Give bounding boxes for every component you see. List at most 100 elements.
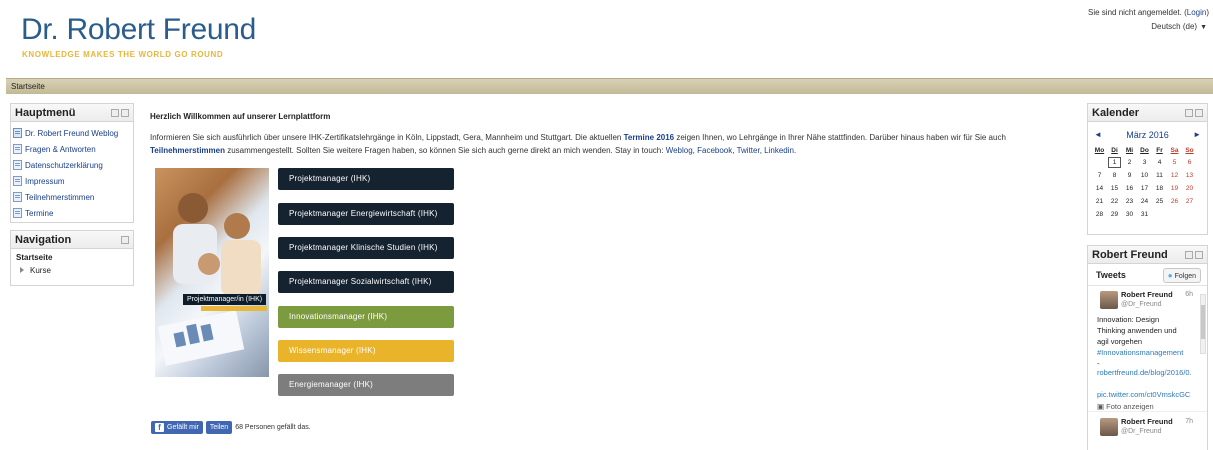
calendar-month[interactable]: März 2016 xyxy=(1088,130,1207,140)
link-weblog[interactable]: Weblog xyxy=(666,146,693,155)
link-linkedin[interactable]: Linkedin xyxy=(764,146,794,155)
tweet-author-name[interactable]: Robert Freund xyxy=(1121,290,1173,299)
tweet-item[interactable]: Robert Freund 7h @Dr_Freund xyxy=(1088,411,1207,441)
calendar-empty-cell xyxy=(1167,208,1182,221)
calendar-day[interactable]: 14 xyxy=(1092,182,1107,195)
hero-photo: Projektmanager/in (IHK) xyxy=(155,168,269,377)
calendar-day[interactable]: 20 xyxy=(1182,182,1197,195)
calendar-day[interactable]: 12 xyxy=(1167,169,1182,182)
calendar-day[interactable]: 21 xyxy=(1092,195,1107,208)
calendar-day[interactable]: 6 xyxy=(1182,156,1197,169)
calendar-day[interactable]: 2 xyxy=(1122,156,1137,169)
main-menu-label[interactable]: Impressum xyxy=(25,177,65,186)
image-icon: ▣ xyxy=(1097,402,1107,411)
tweet-time[interactable]: 7h xyxy=(1185,418,1193,425)
calendar-day[interactable]: 16 xyxy=(1122,182,1137,195)
main-menu-item-faq[interactable]: Fragen & Antworten xyxy=(13,142,131,158)
main-menu-label[interactable]: Termine xyxy=(25,209,53,218)
tweet-item[interactable]: Robert Freund 6h @Dr_Freund Innovation: … xyxy=(1088,286,1207,411)
page-icon xyxy=(13,192,22,202)
twitter-scrollbar[interactable] xyxy=(1200,294,1206,354)
calendar-day[interactable]: 4 xyxy=(1152,156,1167,169)
tweet-hashtag[interactable]: #Innovationsmanagement xyxy=(1097,348,1183,357)
link-termine[interactable]: Termine 2016 xyxy=(624,133,675,142)
tweet-pic-link[interactable]: pic.twitter.com/ct0VmskcGC xyxy=(1097,390,1191,399)
calendar-day[interactable]: 10 xyxy=(1137,169,1152,182)
calendar-day[interactable]: 31 xyxy=(1137,208,1152,221)
link-facebook[interactable]: Facebook xyxy=(697,146,732,155)
calendar-day[interactable]: 18 xyxy=(1152,182,1167,195)
link-twitter[interactable]: Twitter xyxy=(737,146,760,155)
tweet-author-name[interactable]: Robert Freund xyxy=(1121,417,1173,426)
tweet-dash: - xyxy=(1097,359,1100,368)
calendar-day[interactable]: 29 xyxy=(1107,208,1122,221)
calendar-day[interactable]: 24 xyxy=(1137,195,1152,208)
main-menu-item-testimonials[interactable]: Teilnehmerstimmen xyxy=(13,190,131,206)
link-teilnehmerstimmen[interactable]: Teilnehmerstimmen xyxy=(150,146,225,155)
main-menu-label[interactable]: Fragen & Antworten xyxy=(25,145,96,154)
tweet-time[interactable]: 6h xyxy=(1185,291,1193,298)
calendar-day[interactable]: 17 xyxy=(1137,182,1152,195)
avatar[interactable] xyxy=(1100,418,1118,436)
calendar-day[interactable]: 22 xyxy=(1107,195,1122,208)
site-logo-title[interactable]: Dr. Robert Freund xyxy=(21,13,256,47)
calendar-day[interactable]: 23 xyxy=(1122,195,1137,208)
main-menu-label[interactable]: Datenschutzerklärung xyxy=(25,161,103,170)
main-menu-item-dates[interactable]: Termine xyxy=(13,206,131,222)
tweet-author-handle[interactable]: @Dr_Freund xyxy=(1121,301,1162,308)
expand-arrow-icon[interactable] xyxy=(20,267,24,273)
course-button-klinische-studien[interactable]: Projektmanager Klinische Studien (IHK) xyxy=(278,237,454,259)
main-menu-label[interactable]: Dr. Robert Freund Weblog xyxy=(25,129,118,138)
main-menu-item-privacy[interactable]: Datenschutzerklärung xyxy=(13,158,131,174)
calendar-day[interactable]: 8 xyxy=(1107,169,1122,182)
calendar-day[interactable]: 7 xyxy=(1092,169,1107,182)
collapse-block-icon[interactable] xyxy=(1195,251,1203,259)
scrollbar-thumb[interactable] xyxy=(1201,305,1205,339)
twitter-follow-button[interactable]: ● Folgen xyxy=(1162,268,1201,283)
calendar-day[interactable]: 30 xyxy=(1122,208,1137,221)
calendar-day[interactable]: 27 xyxy=(1182,195,1197,208)
photo-caption: Projektmanager/in (IHK) xyxy=(183,294,267,305)
calendar-day[interactable]: 15 xyxy=(1107,182,1122,195)
collapse-block-icon[interactable] xyxy=(121,109,129,117)
tweet-link[interactable]: robertfreund.de/blog/2016/0... xyxy=(1097,368,1191,377)
breadcrumb-home[interactable]: Startseite xyxy=(11,82,45,91)
main-menu-item-weblog[interactable]: Dr. Robert Freund Weblog xyxy=(13,126,131,142)
tweet-author-handle[interactable]: @Dr_Freund xyxy=(1121,428,1162,435)
course-button-innovationsmanager[interactable]: Innovationsmanager (IHK) xyxy=(278,306,454,328)
calendar-day[interactable]: 26 xyxy=(1167,195,1182,208)
navigation-home[interactable]: Startseite xyxy=(16,253,128,262)
course-button-sozialwirtschaft[interactable]: Projektmanager Sozialwirtschaft (IHK) xyxy=(278,271,454,293)
avatar[interactable] xyxy=(1100,291,1118,309)
dock-block-icon[interactable] xyxy=(111,109,119,117)
dock-block-icon[interactable] xyxy=(1185,251,1193,259)
calendar-day[interactable]: 11 xyxy=(1152,169,1167,182)
course-button-projektmanager[interactable]: Projektmanager (IHK) xyxy=(278,168,454,190)
login-link[interactable]: Login xyxy=(1187,8,1207,17)
facebook-like-button[interactable]: f Gefällt mir xyxy=(151,421,203,434)
navigation-item-courses[interactable]: Kurse xyxy=(20,266,128,275)
calendar-day[interactable]: 25 xyxy=(1152,195,1167,208)
calendar-day[interactable]: 28 xyxy=(1092,208,1107,221)
calendar-today[interactable]: 1 xyxy=(1108,157,1121,168)
calendar-next-month-icon[interactable]: ► xyxy=(1193,130,1201,139)
calendar-day[interactable]: 13 xyxy=(1182,169,1197,182)
course-button-wissensmanager[interactable]: Wissensmanager (IHK) xyxy=(278,340,454,362)
dock-block-icon[interactable] xyxy=(1185,109,1193,117)
course-button-energiewirtschaft[interactable]: Projektmanager Energiewirtschaft (IHK) xyxy=(278,203,454,225)
collapse-block-icon[interactable] xyxy=(1195,109,1203,117)
facebook-share-button[interactable]: Teilen xyxy=(205,421,233,434)
course-button-energiemanager[interactable]: Energiemanager (IHK) xyxy=(278,374,454,396)
calendar-day[interactable]: 1 xyxy=(1107,156,1122,169)
calendar-day[interactable]: 9 xyxy=(1122,169,1137,182)
main-menu-item-imprint[interactable]: Impressum xyxy=(13,174,131,190)
collapse-block-icon[interactable] xyxy=(121,236,129,244)
weblog-icon xyxy=(13,128,22,138)
language-select[interactable]: Deutsch (de) ▼ xyxy=(1149,21,1209,32)
calendar-day[interactable]: 19 xyxy=(1167,182,1182,195)
calendar-days: 1 2 3 4 5 6 7 8 9 10 11 12 13 14 15 16 17 18 19 20 21 22 23 24 2… xyxy=(1092,156,1197,221)
tweet-show-photo[interactable]: ▣ Foto anzeigen xyxy=(1097,402,1154,411)
calendar-day[interactable]: 3 xyxy=(1137,156,1152,169)
main-menu-label[interactable]: Teilnehmerstimmen xyxy=(25,193,94,202)
calendar-day[interactable]: 5 xyxy=(1167,156,1182,169)
